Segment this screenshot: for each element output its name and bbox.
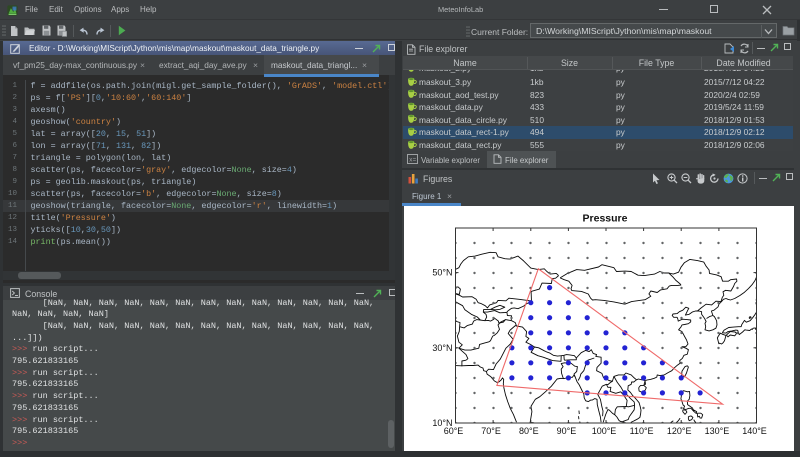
svg-text:10°N: 10°N: [432, 418, 452, 428]
svg-text:140°E: 140°E: [742, 426, 767, 436]
svg-text:80°E: 80°E: [519, 426, 539, 436]
svg-text:100°E: 100°E: [592, 426, 617, 436]
svg-text:110°E: 110°E: [630, 426, 654, 436]
svg-text:50°N: 50°N: [432, 268, 452, 278]
svg-text:Pressure: Pressure: [583, 213, 628, 225]
svg-text:30°N: 30°N: [432, 343, 452, 353]
svg-text:120°E: 120°E: [667, 426, 692, 436]
svg-text:70°E: 70°E: [481, 426, 501, 436]
svg-text:130°E: 130°E: [705, 426, 730, 436]
svg-text:90°E: 90°E: [557, 426, 577, 436]
svg-text:x=: x=: [409, 156, 417, 163]
